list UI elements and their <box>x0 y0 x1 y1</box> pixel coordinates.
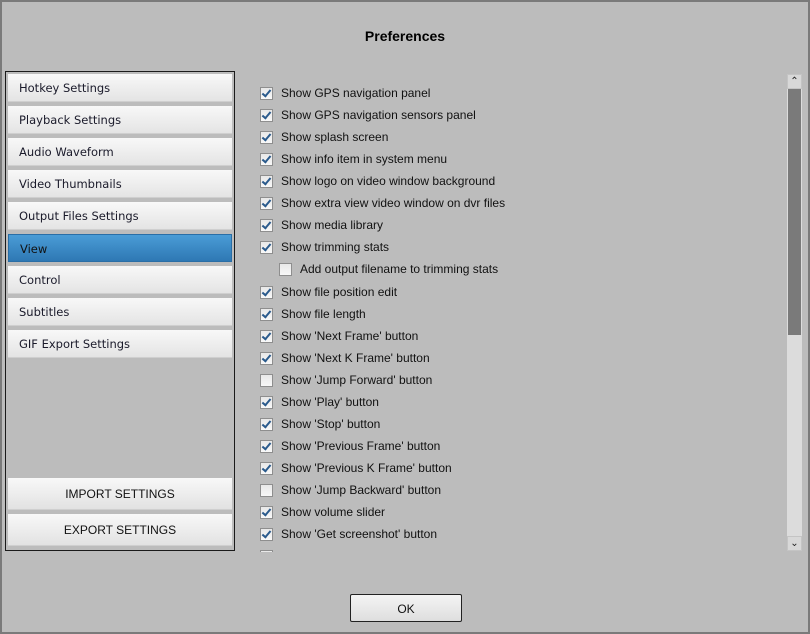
option-label: Show 'Play' button <box>281 395 379 409</box>
option-label: Show 'Jump Forward' button <box>281 373 433 387</box>
checkbox-checked[interactable] <box>260 527 273 541</box>
option-label: Show file length <box>281 307 366 321</box>
chevron-up-icon: ⌃ <box>790 76 799 87</box>
option-row[interactable]: Show GPS navigation sensors panel <box>260 105 476 125</box>
checkbox-checked[interactable] <box>260 439 273 453</box>
scrollbar-thumb[interactable] <box>788 89 801 335</box>
checkbox-checked[interactable] <box>260 307 273 321</box>
option-label: Show 'Previous Frame' button <box>281 439 441 453</box>
option-row[interactable]: Show extra view video window on dvr file… <box>260 193 505 213</box>
sidebar-item-audio-waveform[interactable]: Audio Waveform <box>8 138 232 166</box>
option-row[interactable]: Show 'Next Frame' button <box>260 326 418 346</box>
option-row[interactable]: Show 'Next K Frame' button <box>260 348 430 368</box>
option-row[interactable]: Show 'Jump Backward' button <box>260 480 441 500</box>
option-row[interactable]: Show GPS navigation panel <box>260 83 430 103</box>
option-row[interactable]: Show file position edit <box>260 282 397 302</box>
option-row[interactable]: Show file length <box>260 304 366 324</box>
checkbox-checked[interactable] <box>260 174 273 188</box>
option-label: Show GPS navigation sensors panel <box>281 108 476 122</box>
sidebar-item-playback-settings[interactable]: Playback Settings <box>8 106 232 134</box>
import-settings-button[interactable]: IMPORT SETTINGS <box>8 478 232 510</box>
sidebar-item-gif-export-settings[interactable]: GIF Export Settings <box>8 330 232 358</box>
checkbox-checked[interactable] <box>260 395 273 409</box>
option-label: Show logo on video window background <box>281 174 496 188</box>
vertical-scrollbar[interactable]: ⌃ ⌄ <box>787 74 802 551</box>
sidebar-item-hotkey-settings[interactable]: Hotkey Settings <box>8 74 232 102</box>
option-row[interactable]: Add output filename to trimming stats <box>279 259 498 279</box>
option-row[interactable]: Show 'Previous K Frame' button <box>260 458 452 478</box>
option-row[interactable]: Show 'Get screenshot' button <box>260 524 437 544</box>
option-label: Show 'Get screenshot' button <box>281 527 438 541</box>
checkbox-unchecked[interactable] <box>260 483 273 497</box>
option-label: Show media library <box>281 218 384 232</box>
option-label: Show 'Previous K Frame' button <box>281 461 452 475</box>
option-label: Show file position edit <box>281 285 398 299</box>
option-label: Show 'Next Frame' button <box>281 329 419 343</box>
sidebar-item-control[interactable]: Control <box>8 266 232 294</box>
checkbox-checked[interactable] <box>260 218 273 232</box>
chevron-down-icon: ⌄ <box>790 538 799 549</box>
dialog-title: Preferences <box>364 28 446 44</box>
sidebar-item-view[interactable]: View <box>8 234 232 262</box>
scroll-down-button[interactable]: ⌄ <box>787 536 802 551</box>
option-row[interactable]: Show logo on video window background <box>260 171 495 191</box>
option-label: Show 'Next K Frame' button <box>281 351 430 365</box>
checkbox-checked[interactable] <box>260 505 273 519</box>
option-row[interactable]: Show volume slider <box>260 502 385 522</box>
option-label: Show info item in system menu <box>281 152 448 166</box>
sidebar: Hotkey Settings Playback Settings Audio Wa… <box>5 71 235 551</box>
sidebar-item-output-files-settings[interactable]: Output Files Settings <box>8 202 232 230</box>
sidebar-item-subtitles[interactable]: Subtitles <box>8 298 232 326</box>
option-label: Show trimming stats <box>281 240 390 254</box>
export-settings-button[interactable]: EXPORT SETTINGS <box>8 514 232 546</box>
option-label: Show GPS navigation panel <box>281 86 431 100</box>
checkbox-checked[interactable] <box>260 461 273 475</box>
option-row[interactable]: Show 'Play' button <box>260 392 379 412</box>
option-row[interactable]: Show trimming stats <box>260 237 389 257</box>
checkbox-checked[interactable] <box>260 152 273 166</box>
checkbox-checked[interactable] <box>260 285 273 299</box>
option-label: Show volume slider <box>281 505 386 519</box>
option-label: Show splash screen <box>281 130 389 144</box>
checkbox-checked[interactable] <box>260 86 273 100</box>
option-row[interactable]: Show 'Jump Forward' button <box>260 370 432 390</box>
checkbox-checked[interactable] <box>260 240 273 254</box>
option-label: Show 'Stop' button <box>281 417 381 431</box>
checkbox-checked[interactable] <box>260 108 273 122</box>
sidebar-item-video-thumbnails[interactable]: Video Thumbnails <box>8 170 232 198</box>
option-row[interactable] <box>260 546 281 552</box>
checkbox-checked[interactable] <box>260 130 273 144</box>
option-row[interactable]: Show 'Stop' button <box>260 414 380 434</box>
option-row[interactable]: Show info item in system menu <box>260 149 447 169</box>
checkbox-checked[interactable] <box>260 351 273 365</box>
checkbox-checked[interactable] <box>260 196 273 210</box>
option-row[interactable]: Show media library <box>260 215 383 235</box>
scroll-up-button[interactable]: ⌃ <box>787 74 802 89</box>
options-panel: Show GPS navigation panel Show GPS naviga… <box>252 80 777 552</box>
option-row[interactable]: Show splash screen <box>260 127 388 147</box>
option-row[interactable]: Show 'Previous Frame' button <box>260 436 440 456</box>
ok-button[interactable]: OK <box>350 594 462 622</box>
checkbox-checked[interactable] <box>260 417 273 431</box>
option-label: Add output filename to trimming stats <box>300 262 499 276</box>
checkbox-unchecked[interactable] <box>279 262 292 276</box>
checkbox-checked[interactable] <box>260 549 273 552</box>
option-label: Show extra view video window on dvr file… <box>281 196 506 210</box>
checkbox-unchecked[interactable] <box>260 373 273 387</box>
option-label: Show 'Jump Backward' button <box>281 483 441 497</box>
preferences-dialog: Preferences Hotkey Settings Playback Sett… <box>0 0 810 634</box>
checkbox-checked[interactable] <box>260 329 273 343</box>
